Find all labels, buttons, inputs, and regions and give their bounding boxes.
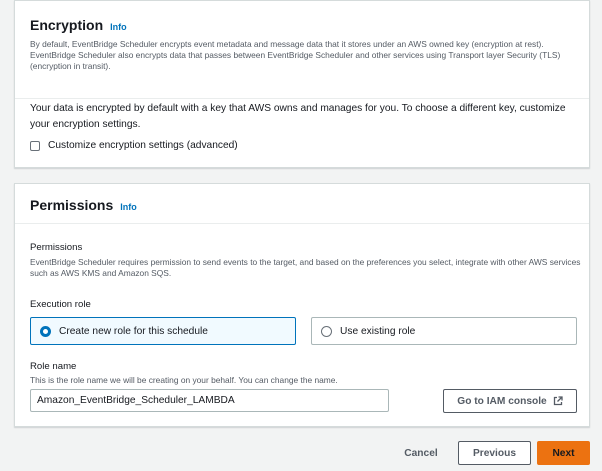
customize-encryption-row[interactable]: Customize encryption settings (advanced) — [30, 140, 238, 151]
permissions-panel: Permissions Info Permissions EventBridge… — [14, 183, 590, 427]
role-name-description: This is the role name we will be creatin… — [30, 375, 338, 385]
permissions-header: Permissions Info — [15, 184, 589, 224]
encryption-title: Encryption — [30, 17, 104, 33]
encryption-description: By default, EventBridge Scheduler encryp… — [30, 39, 561, 71]
use-existing-role-option[interactable]: Use existing role — [311, 317, 577, 345]
permissions-title: Permissions — [30, 197, 114, 213]
create-new-role-radio[interactable] — [40, 325, 51, 337]
cancel-button[interactable]: Cancel — [395, 441, 447, 465]
encryption-info-link[interactable]: Info — [110, 22, 127, 32]
customize-encryption-checkbox[interactable] — [30, 140, 40, 151]
encryption-header: Encryption Info By default, EventBridge … — [15, 1, 589, 99]
use-existing-role-radio[interactable] — [321, 325, 332, 337]
create-new-role-option[interactable]: Create new role for this schedule — [30, 317, 296, 345]
external-link-icon — [553, 396, 563, 406]
customize-encryption-label[interactable]: Customize encryption settings (advanced) — [48, 140, 238, 151]
execution-role-label: Execution role — [30, 299, 91, 310]
create-new-role-label[interactable]: Create new role for this schedule — [59, 326, 208, 337]
go-to-iam-console-button[interactable]: Go to IAM console — [443, 389, 577, 413]
permissions-section-label: Permissions — [30, 242, 83, 253]
role-name-input[interactable] — [30, 389, 389, 412]
go-to-iam-console-label: Go to IAM console — [457, 395, 547, 407]
next-button[interactable]: Next — [537, 441, 590, 465]
previous-button[interactable]: Previous — [458, 441, 531, 465]
permissions-info-link[interactable]: Info — [120, 202, 137, 212]
role-name-label: Role name — [30, 361, 77, 372]
encryption-panel: Encryption Info By default, EventBridge … — [14, 0, 590, 168]
use-existing-role-label[interactable]: Use existing role — [340, 326, 415, 337]
encryption-body-text: Your data is encrypted by default with a… — [30, 103, 566, 130]
permissions-section-description: EventBridge Scheduler requires permissio… — [30, 257, 581, 278]
